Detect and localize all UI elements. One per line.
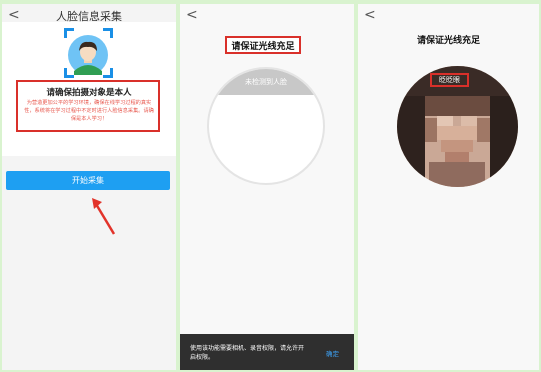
liveness-check-screen: < 请保证光线充足 眨眨眼 [358,4,539,370]
face-collection-intro-screen: < 人脸信息采集 请确保拍摄对象是本人 为营造更加公平的学习环境，确保在线学习过… [2,4,176,370]
pointer-arrow-icon [92,198,116,235]
start-collection-button[interactable]: 开始采集 [6,171,170,190]
face-detection-screen: < 请保证光线充足 未检测到人脸 使用该功能需要相机、录音权限，请允许开启权限。… [180,4,354,370]
face-status-text: 未检测到人脸 [245,78,287,86]
permission-text: 使用该功能需要相机、录音权限，请允许开启权限。 [190,345,305,361]
confirm-button[interactable]: 确定 [326,348,339,358]
back-button[interactable]: < [364,8,376,22]
lighting-instruction: 请保证光线充足 [231,42,295,52]
user-avatar-icon [68,35,108,75]
lighting-instruction: 请保证光线充足 [416,36,480,46]
camera-preview: 未检测到人脸 [207,67,325,185]
back-button[interactable]: < [186,8,198,22]
notice-title: 请确保拍摄对象是本人 [46,88,132,98]
permission-snackbar: 使用该功能需要相机、录音权限，请允许开启权限。 确定 [180,334,354,370]
notice-text: 为营造更加公平的学习环境，确保在线学习过程的真实性，系统将在学习过程中不定时进行… [24,100,154,122]
page-title: 人脸信息采集 [56,10,122,23]
blink-prompt: 眨眨眼 [439,76,460,84]
